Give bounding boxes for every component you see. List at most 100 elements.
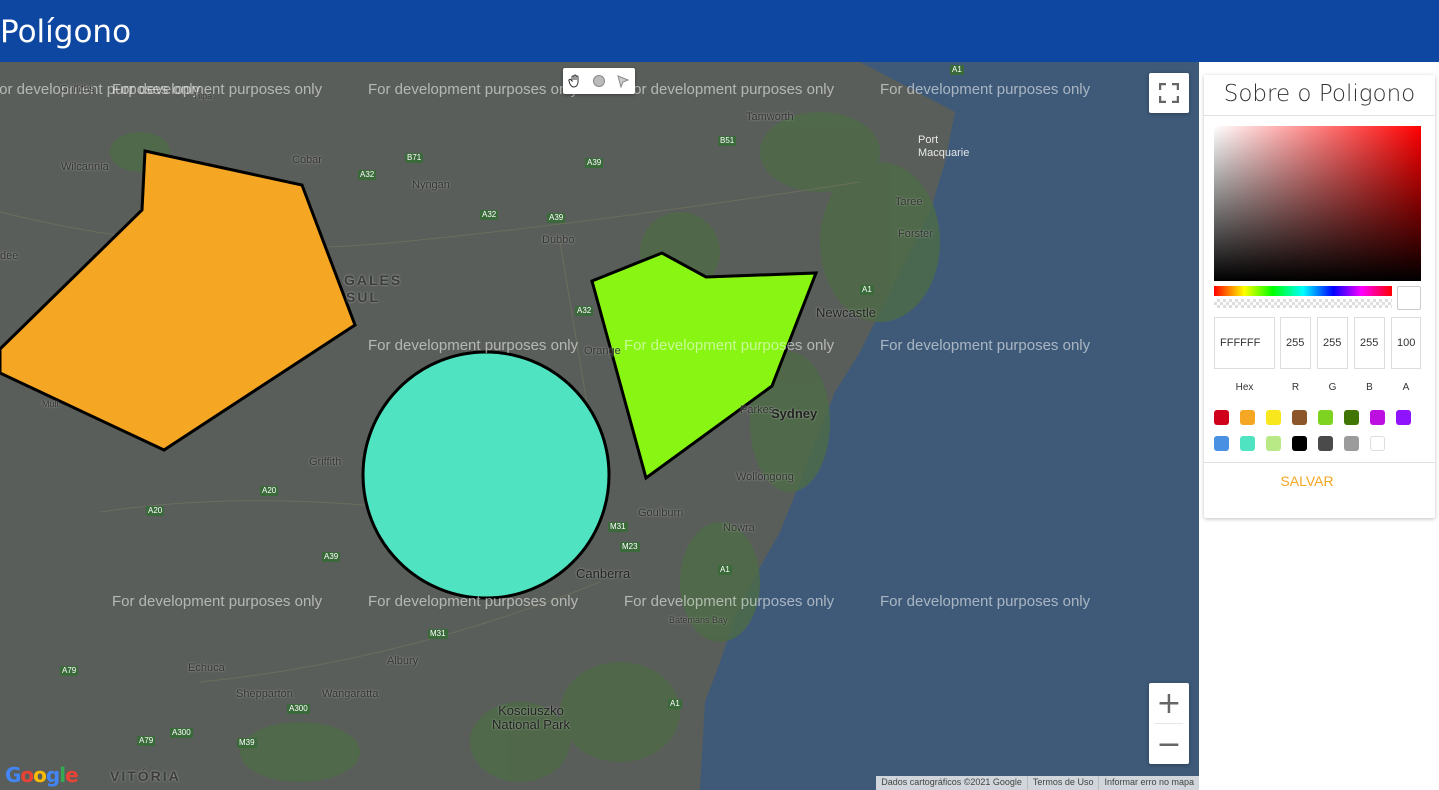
road-shield: A1: [860, 285, 874, 295]
hex-label: Hex: [1235, 382, 1254, 393]
color-swatch[interactable]: [1370, 436, 1385, 451]
g-field[interactable]: 255: [1317, 317, 1348, 369]
road-shield: A39: [322, 552, 341, 562]
report-error-link[interactable]: Informar erro no mapa: [1098, 776, 1199, 790]
road-shield: A32: [480, 210, 499, 220]
zoom-in-button[interactable]: +: [1149, 683, 1189, 723]
place-label: Nowra: [723, 522, 755, 534]
watermark: For development purposes only: [368, 81, 579, 98]
g-label: G: [1328, 382, 1337, 393]
alpha-slider[interactable]: [1214, 299, 1392, 308]
color-picker: FFFFFF 255 255 255 100 Hex R G B A: [1204, 115, 1435, 463]
color-swatch[interactable]: [1266, 436, 1281, 451]
color-swatch[interactable]: [1370, 410, 1385, 425]
road-shield: A32: [358, 170, 377, 180]
place-label: Dubbo: [542, 234, 575, 246]
watermark: For development purposes only: [112, 81, 323, 98]
place-label: Newcastle: [816, 305, 876, 320]
color-swatch[interactable]: [1240, 436, 1255, 451]
color-swatch[interactable]: [1214, 436, 1229, 451]
region-label: VITÓRIA: [110, 768, 181, 784]
color-swatch[interactable]: [1396, 410, 1411, 425]
watermark: For development purposes only: [880, 81, 1091, 98]
circle-icon[interactable]: [587, 68, 611, 94]
panel-title: Sobre o Poligono: [1223, 81, 1416, 107]
a-label: A: [1402, 382, 1410, 393]
place-label: Albury: [387, 655, 419, 667]
watermark: For development purposes only: [880, 337, 1091, 354]
road-shield: M39: [237, 738, 257, 748]
road-shield: A79: [137, 736, 156, 746]
saturation-area[interactable]: [1214, 126, 1421, 281]
place-label: Parkes: [740, 404, 775, 416]
polygon-icon[interactable]: [611, 68, 635, 94]
place-label: Sydney: [771, 406, 818, 421]
road-shield: A79: [60, 666, 79, 676]
drawing-toolbar: [563, 68, 635, 94]
place-label: Wilcannia: [61, 161, 109, 173]
road-shield: A300: [287, 704, 310, 714]
place-label: Batemans Bay: [669, 615, 728, 625]
fullscreen-icon: [1159, 83, 1179, 103]
place-label: Kosciuszko National Park: [491, 703, 571, 732]
watermark: For development purposes only: [368, 337, 579, 354]
road-shield: A300: [170, 728, 193, 738]
hue-slider[interactable]: [1214, 286, 1392, 296]
place-label: Nyngan: [412, 179, 450, 191]
attribution-data: Dados cartográficos ©2021 Google: [881, 777, 1022, 787]
road-shield: A1: [718, 565, 732, 575]
color-preview: [1397, 286, 1421, 310]
color-swatch[interactable]: [1240, 410, 1255, 425]
road-shield: A1: [668, 699, 682, 709]
color-swatch[interactable]: [1344, 436, 1359, 451]
region-label: GALES: [344, 272, 403, 288]
page-title: Polígono: [0, 14, 132, 50]
google-logo[interactable]: Google: [5, 763, 79, 787]
road-shield: A1: [950, 65, 964, 75]
color-swatch[interactable]: [1214, 410, 1229, 425]
road-shield: B51: [718, 136, 737, 146]
color-swatch[interactable]: [1344, 410, 1359, 425]
watermark: For development purposes only: [368, 593, 579, 610]
road-shield: A20: [260, 486, 279, 496]
place-label: Wollongong: [736, 471, 794, 483]
road-shield: M31: [608, 522, 628, 532]
circle-shape: [361, 350, 611, 600]
fullscreen-button[interactable]: [1149, 73, 1189, 113]
watermark: For development purposes only: [624, 593, 835, 610]
app-header: Polígono: [0, 0, 1439, 62]
place-label: Canberra: [576, 566, 631, 581]
place-label: Port Macquarie: [918, 134, 970, 159]
place-label: Taree: [895, 196, 923, 208]
place-label: Goulburn: [638, 507, 684, 519]
place-label: Orange: [584, 345, 621, 357]
map[interactable]: For development purposes only For develo…: [0, 62, 1199, 790]
zoom-out-button[interactable]: −: [1149, 724, 1189, 764]
place-label: Echuca: [188, 662, 225, 674]
place-label: Muli: [42, 399, 59, 409]
road-shield: B71: [405, 153, 424, 163]
terms-link[interactable]: Termos de Uso: [1026, 776, 1099, 790]
color-swatch[interactable]: [1292, 410, 1307, 425]
b-field[interactable]: 255: [1354, 317, 1385, 369]
a-field[interactable]: 100: [1391, 317, 1421, 369]
save-button[interactable]: SALVAR: [1204, 473, 1410, 489]
hand-icon[interactable]: [563, 68, 587, 94]
road-shield: M31: [428, 629, 448, 639]
road-shield: A20: [146, 506, 165, 516]
map-base: [0, 62, 1199, 790]
r-field[interactable]: 255: [1280, 317, 1311, 369]
place-label: Tilpa: [193, 91, 213, 101]
road-shield: A32: [575, 306, 594, 316]
color-swatch[interactable]: [1292, 436, 1307, 451]
hex-field[interactable]: FFFFFF: [1214, 317, 1275, 369]
watermark: For development purposes only: [880, 593, 1091, 610]
polygon-panel: Sobre o Poligono FFFFFF 255 255 255 100 …: [1204, 75, 1435, 518]
color-swatch[interactable]: [1266, 410, 1281, 425]
place-label: Griffiths: [60, 84, 95, 95]
place-label: Griffith: [309, 456, 342, 468]
road-shield: A39: [585, 158, 604, 168]
color-swatch[interactable]: [1318, 436, 1333, 451]
map-attribution: Dados cartográficos ©2021 Google Termos …: [876, 776, 1199, 790]
color-swatch[interactable]: [1318, 410, 1333, 425]
